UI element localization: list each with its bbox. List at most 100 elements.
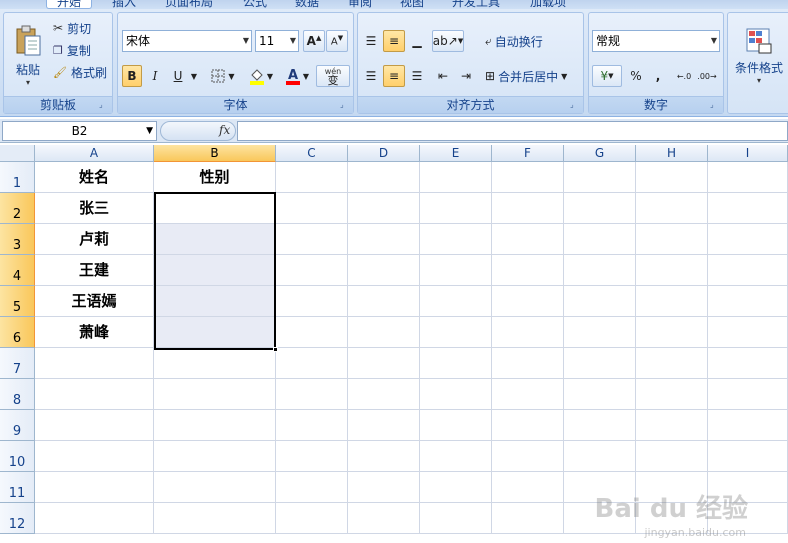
row-header-6[interactable]: 6 (0, 317, 35, 348)
column-header-a[interactable]: A (35, 145, 154, 162)
cell-a1[interactable]: 姓名 (35, 162, 154, 193)
tab-developer[interactable]: 开发工具 (452, 0, 500, 9)
row-header-5[interactable]: 5 (0, 286, 35, 317)
cell-b12[interactable] (154, 503, 276, 534)
cell-e9[interactable] (420, 410, 492, 441)
cell-f10[interactable] (492, 441, 564, 472)
cell-b7[interactable] (154, 348, 276, 379)
row-header-1[interactable]: 1 (0, 162, 35, 193)
cell-g5[interactable] (564, 286, 636, 317)
cell-b3[interactable] (154, 224, 276, 255)
cell-e6[interactable] (420, 317, 492, 348)
tab-view[interactable]: 视图 (400, 0, 424, 9)
cell-c4[interactable] (276, 255, 348, 286)
cell-d10[interactable] (348, 441, 420, 472)
grow-font-button[interactable]: A▲ (303, 30, 325, 52)
cell-f12[interactable] (492, 503, 564, 534)
cell-c5[interactable] (276, 286, 348, 317)
decrease-indent-button[interactable]: ⇤ (432, 65, 454, 87)
row-header-10[interactable]: 10 (0, 441, 35, 472)
name-box[interactable]: B2 ▼ (2, 121, 157, 141)
cell-c10[interactable] (276, 441, 348, 472)
cell-a2[interactable]: 张三 (35, 193, 154, 224)
font-size-select[interactable]: 11 ▼ (255, 30, 299, 52)
cell-h2[interactable] (636, 193, 708, 224)
tab-home[interactable]: 开始 (46, 0, 93, 9)
cell-i1[interactable] (708, 162, 788, 193)
cell-c8[interactable] (276, 379, 348, 410)
dialog-launcher-icon[interactable]: ⌟ (570, 101, 579, 110)
merge-center-button[interactable]: ⊞ 合并后居中 ▼ (484, 65, 581, 87)
cell-a12[interactable] (35, 503, 154, 534)
cell-h9[interactable] (636, 410, 708, 441)
bold-button[interactable]: B (122, 65, 142, 87)
tab-data[interactable]: 数据 (295, 0, 319, 9)
column-header-h[interactable]: H (636, 145, 708, 162)
cell-d8[interactable] (348, 379, 420, 410)
cell-b8[interactable] (154, 379, 276, 410)
cell-f6[interactable] (492, 317, 564, 348)
cell-c12[interactable] (276, 503, 348, 534)
cell-d3[interactable] (348, 224, 420, 255)
cell-g1[interactable] (564, 162, 636, 193)
formula-input[interactable] (237, 121, 788, 141)
cell-c9[interactable] (276, 410, 348, 441)
cell-a9[interactable] (35, 410, 154, 441)
cell-d9[interactable] (348, 410, 420, 441)
cell-f4[interactable] (492, 255, 564, 286)
tab-page-layout[interactable]: 页面布局 (165, 0, 213, 9)
column-header-f[interactable]: F (492, 145, 564, 162)
insert-function-icon[interactable]: fx (219, 123, 230, 137)
cell-f1[interactable] (492, 162, 564, 193)
cell-a6[interactable]: 萧峰 (35, 317, 154, 348)
cell-e12[interactable] (420, 503, 492, 534)
align-bottom-button[interactable]: ▁ (406, 30, 428, 52)
column-header-b[interactable]: B (154, 145, 276, 162)
cell-d6[interactable] (348, 317, 420, 348)
cell-g7[interactable] (564, 348, 636, 379)
cell-g10[interactable] (564, 441, 636, 472)
align-right-button[interactable]: ☰ (406, 65, 428, 87)
decrease-decimal-button[interactable]: .00→ (696, 65, 718, 87)
cell-f8[interactable] (492, 379, 564, 410)
select-all-corner[interactable] (0, 145, 35, 162)
cell-f9[interactable] (492, 410, 564, 441)
italic-button[interactable]: I (145, 65, 165, 87)
cell-i9[interactable] (708, 410, 788, 441)
tab-addins[interactable]: 加载项 (530, 0, 566, 9)
cell-d4[interactable] (348, 255, 420, 286)
cell-b11[interactable] (154, 472, 276, 503)
cell-a7[interactable] (35, 348, 154, 379)
worksheet-grid[interactable]: A B C D E F G H I 1 姓名 性别 2 张三 3 卢莉 4 王建 5 王语嫣 6 萧峰 7 8 9 10 11 12 (0, 145, 788, 543)
row-header-9[interactable]: 9 (0, 410, 35, 441)
cell-d7[interactable] (348, 348, 420, 379)
tab-formulas[interactable]: 公式 (243, 0, 267, 9)
cell-c6[interactable] (276, 317, 348, 348)
font-name-select[interactable]: 宋体 ▼ (122, 30, 252, 52)
row-header-11[interactable]: 11 (0, 472, 35, 503)
cell-c1[interactable] (276, 162, 348, 193)
cell-i10[interactable] (708, 441, 788, 472)
copy-button[interactable]: ❐ 复制 (52, 41, 110, 59)
row-header-12[interactable]: 12 (0, 503, 35, 534)
cell-d2[interactable] (348, 193, 420, 224)
cell-c11[interactable] (276, 472, 348, 503)
cell-h6[interactable] (636, 317, 708, 348)
cut-button[interactable]: ✂ 剪切 (52, 19, 110, 37)
dialog-launcher-icon[interactable]: ⌟ (99, 101, 108, 110)
cell-g9[interactable] (564, 410, 636, 441)
cell-i6[interactable] (708, 317, 788, 348)
underline-dropdown[interactable]: ▼ (188, 65, 200, 87)
tab-insert[interactable]: 插入 (112, 0, 136, 9)
cell-i3[interactable] (708, 224, 788, 255)
cell-h10[interactable] (636, 441, 708, 472)
cell-f5[interactable] (492, 286, 564, 317)
column-header-g[interactable]: G (564, 145, 636, 162)
cell-e11[interactable] (420, 472, 492, 503)
cell-e1[interactable] (420, 162, 492, 193)
cell-a4[interactable]: 王建 (35, 255, 154, 286)
underline-button[interactable]: U (168, 65, 188, 87)
cell-d1[interactable] (348, 162, 420, 193)
borders-button[interactable]: ▼ (206, 65, 240, 87)
cell-b6[interactable] (154, 317, 276, 348)
